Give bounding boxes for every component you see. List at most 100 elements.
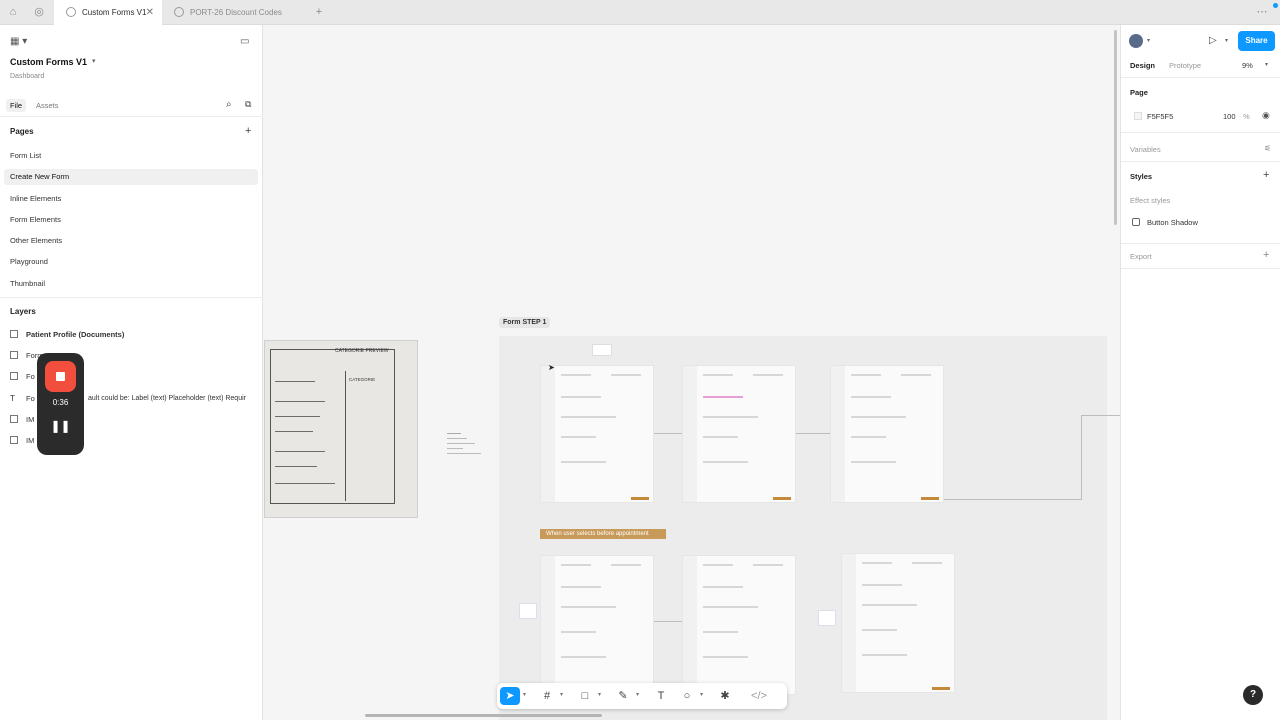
prototype-tab[interactable]: Prototype	[1169, 61, 1201, 70]
pause-icon[interactable]: ❚❚	[37, 419, 84, 433]
mini-frame[interactable]	[818, 610, 836, 626]
file-tab[interactable]: File	[6, 99, 27, 112]
pen-tool-icon[interactable]: ✎	[613, 687, 633, 705]
home-icon[interactable]: ⌂	[7, 6, 19, 18]
sketch-line	[275, 381, 315, 382]
horizontal-scrollbar[interactable]	[365, 714, 602, 717]
sketch-line	[275, 401, 325, 402]
add-page-icon[interactable]: +	[245, 125, 251, 137]
stop-recording-button[interactable]	[45, 361, 76, 392]
variables-title[interactable]: Variables	[1130, 145, 1161, 154]
add-export-icon[interactable]: +	[1263, 249, 1269, 261]
connector	[1081, 415, 1120, 416]
more-icon[interactable]: ⋯	[1256, 6, 1268, 18]
divider	[1121, 132, 1280, 133]
layer-item[interactable]: T Fo	[10, 392, 35, 406]
eye-icon[interactable]: ◉	[1262, 110, 1270, 121]
chevron-down-icon[interactable]: ▾	[560, 691, 563, 698]
component-icon[interactable]: ⧉	[245, 99, 251, 110]
actions-tool-icon[interactable]: ✱	[715, 687, 735, 705]
text-tool-icon[interactable]: T	[651, 687, 671, 705]
screen-mockup[interactable]	[841, 553, 955, 693]
layer-item[interactable]: Patient Profile (Documents)	[10, 328, 124, 342]
screen-mockup[interactable]	[830, 365, 944, 503]
page-item-inline-elements[interactable]: Inline Elements	[4, 191, 258, 207]
tab-label: PORT-26 Discount Codes	[190, 8, 282, 17]
mini-frame[interactable]	[592, 344, 612, 356]
divider	[1121, 268, 1280, 269]
tab-custom-forms[interactable]: Custom Forms V1 ✕	[54, 0, 162, 25]
play-icon[interactable]: ▷	[1209, 35, 1217, 46]
sticky-note[interactable]	[447, 433, 481, 461]
frame-label[interactable]: Form STEP 1	[499, 317, 551, 328]
screen-mockup[interactable]	[540, 365, 654, 503]
layer-label: IM	[26, 415, 35, 424]
canvas[interactable]: CATEGORIE PREVIEW CATEGORIE Form STEP 1	[263, 25, 1120, 720]
cursor-icon: ➤	[548, 363, 555, 372]
design-tab[interactable]: Design	[1130, 61, 1155, 70]
screen-mockup[interactable]	[682, 555, 796, 695]
chevron-down-icon[interactable]: ▾	[523, 691, 526, 698]
close-icon[interactable]: ✕	[146, 0, 154, 25]
comment-tool-icon[interactable]: ○	[677, 687, 697, 705]
mini-frame[interactable]	[519, 603, 537, 619]
page-item-form-elements[interactable]: Form Elements	[4, 212, 258, 228]
page-opacity-value[interactable]: 100	[1223, 112, 1236, 121]
color-swatch[interactable]	[1134, 112, 1142, 120]
project-name[interactable]: Dashboard	[10, 73, 44, 80]
move-tool-icon[interactable]: ➤	[500, 687, 520, 705]
sketch-line	[275, 416, 320, 417]
accent-bar	[773, 497, 791, 500]
page-item-thumbnail[interactable]: Thumbnail	[4, 276, 258, 292]
page-item-create-new-form[interactable]: Create New Form	[4, 169, 258, 185]
page-item-playground[interactable]: Playground	[4, 254, 258, 270]
new-tab-icon[interactable]: +	[313, 6, 325, 18]
layer-overflow-text: ault could be: Label (text) Placeholder …	[88, 395, 246, 402]
page-color-value[interactable]: F5F5F5	[1147, 112, 1173, 121]
file-name[interactable]: Custom Forms V1	[10, 57, 87, 67]
frame-tool-icon[interactable]: #	[537, 687, 557, 705]
zoom-level[interactable]: 9%	[1242, 61, 1253, 70]
file-icon	[66, 7, 76, 17]
toggle-sidebar-icon[interactable]: ▭	[240, 36, 249, 47]
rectangle-tool-icon[interactable]: □	[575, 687, 595, 705]
search-icon[interactable]: ⌕	[226, 99, 232, 110]
sketch-line	[275, 466, 317, 467]
export-title[interactable]: Export	[1130, 252, 1152, 261]
tab-discount-codes[interactable]: PORT-26 Discount Codes	[162, 0, 302, 25]
chevron-down-icon[interactable]: ▾	[1147, 37, 1150, 44]
chevron-down-icon[interactable]: ▾	[598, 691, 601, 698]
layer-item[interactable]: IM	[10, 434, 34, 448]
layer-item[interactable]: Fo	[10, 370, 35, 384]
screen-mockup[interactable]	[682, 365, 796, 503]
button-shadow-style[interactable]: Button Shadow	[1147, 218, 1198, 227]
condition-banner[interactable]: When user selects before appointment	[540, 529, 666, 539]
dev-mode-icon[interactable]: </>	[749, 687, 769, 705]
sketch-line	[275, 431, 313, 432]
layer-label: Fo	[26, 372, 35, 381]
chevron-down-icon[interactable]: ▾	[1265, 61, 1268, 68]
add-style-icon[interactable]: +	[1263, 169, 1269, 181]
connector	[654, 621, 682, 622]
help-button[interactable]: ?	[1243, 685, 1263, 705]
chevron-down-icon[interactable]: ▾	[636, 691, 639, 698]
layer-label: Patient Profile (Documents)	[26, 330, 125, 339]
assets-tab[interactable]: Assets	[36, 101, 59, 110]
styles-title: Styles	[1130, 172, 1153, 181]
chevron-down-icon[interactable]: ▾	[700, 691, 703, 698]
share-button[interactable]: Share	[1238, 31, 1275, 51]
chevron-down-icon[interactable]: ▾	[1225, 37, 1228, 44]
sliders-icon[interactable]: ⚟	[1264, 144, 1271, 153]
community-icon[interactable]: ◎	[33, 6, 45, 18]
screen-mockup[interactable]	[540, 555, 654, 695]
vertical-scrollbar[interactable]	[1114, 30, 1117, 225]
sketch-image[interactable]: CATEGORIE PREVIEW CATEGORIE	[264, 340, 418, 518]
page-item-other-elements[interactable]: Other Elements	[4, 233, 258, 249]
layer-item[interactable]: IM	[10, 413, 34, 427]
chevron-down-icon[interactable]: ▾	[92, 57, 96, 65]
sketch-line	[275, 483, 335, 484]
avatar[interactable]	[1129, 34, 1143, 48]
page-item-form-list[interactable]: Form List	[4, 148, 258, 164]
main-menu-icon[interactable]: ▦ ▾	[10, 36, 27, 47]
divider	[1121, 243, 1280, 244]
